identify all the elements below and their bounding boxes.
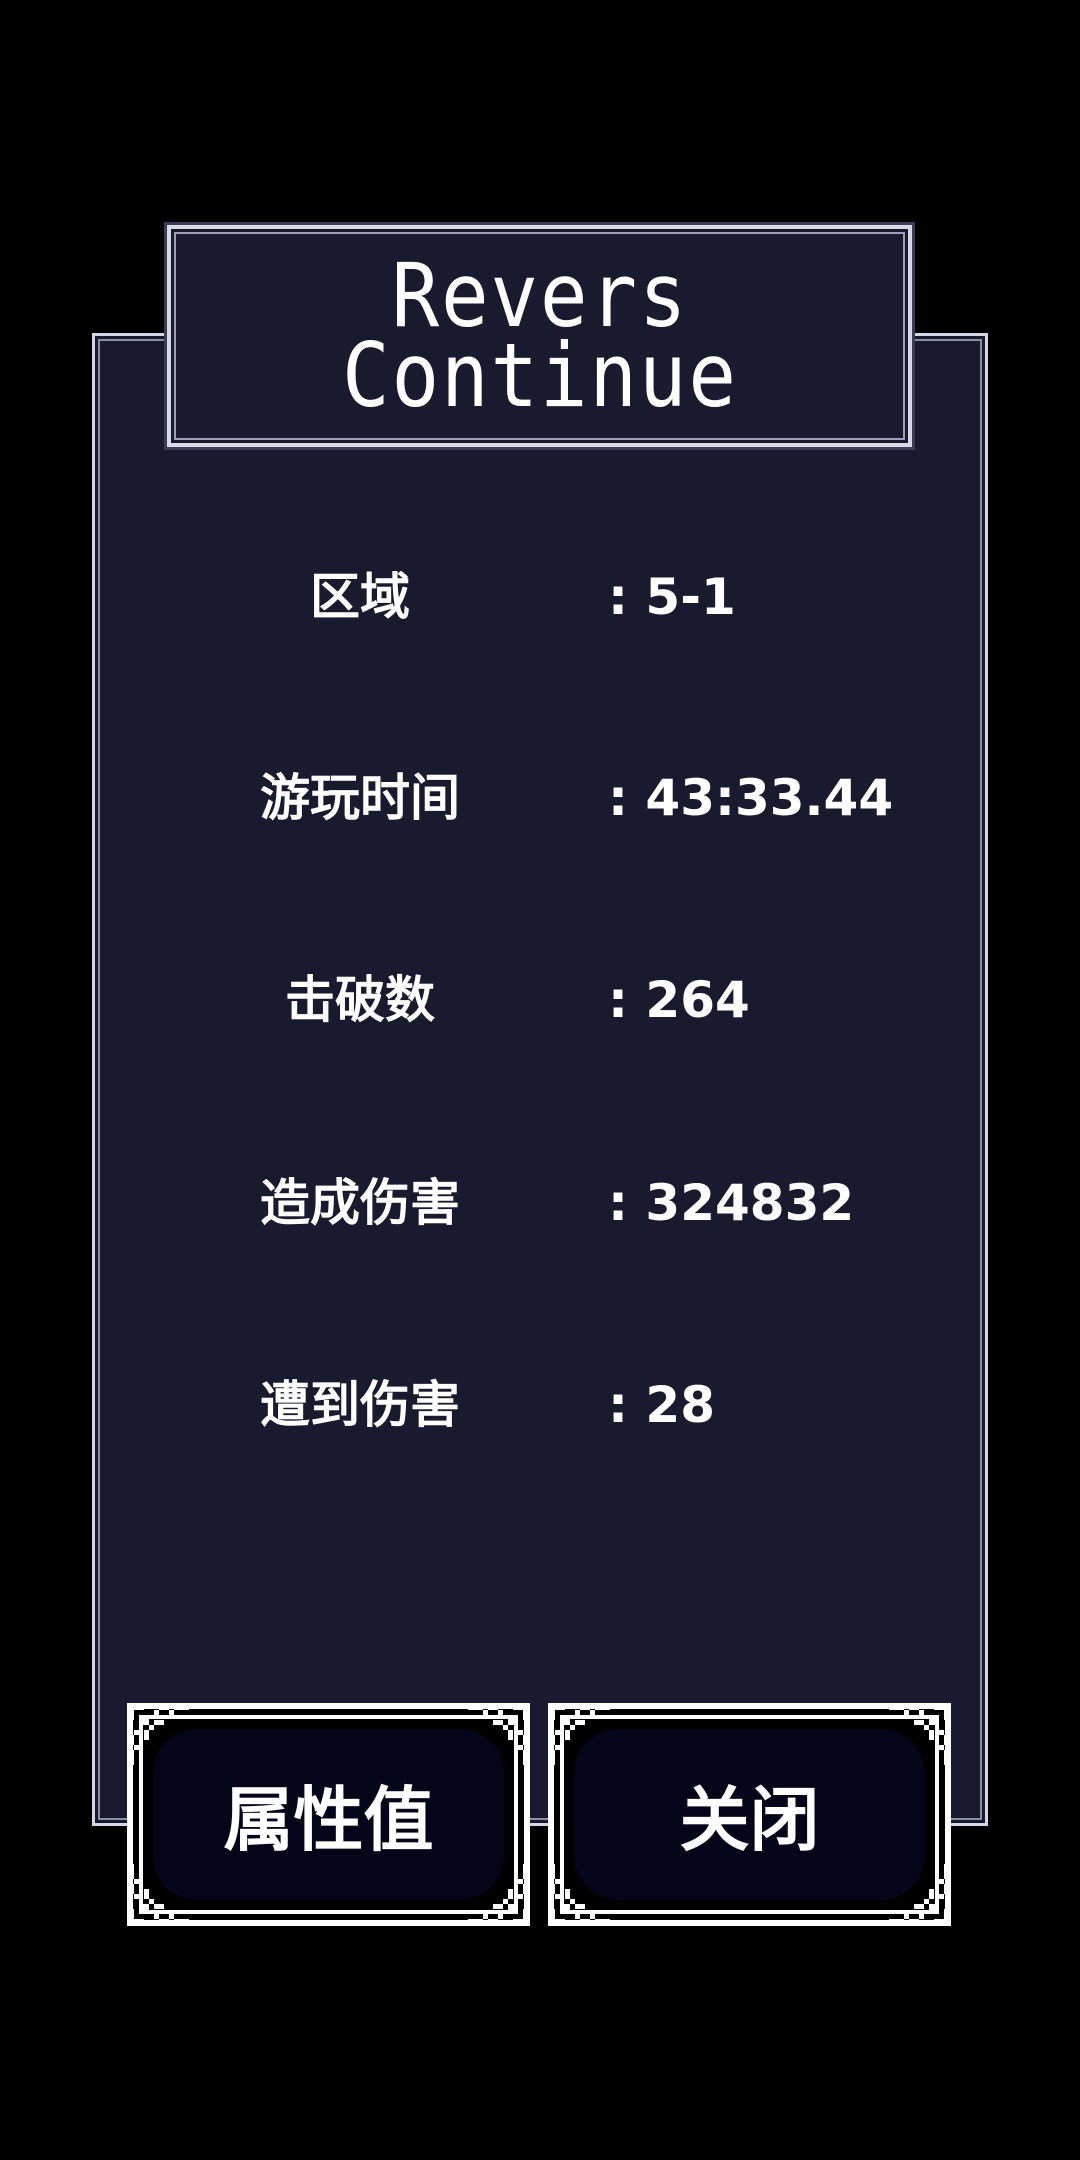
attributes-button-face[interactable]: 属性值 [153,1729,504,1900]
attributes-button-label: 属性值 [223,1779,434,1861]
stat-value: : 43:33.44 [608,769,894,827]
stat-value: : 324832 [608,1174,855,1232]
stat-row-play-time: 游玩时间 : 43:33.44 [0,758,1080,838]
stat-value: : 5-1 [608,568,736,626]
stat-label: 游玩时间 [260,769,460,827]
stat-label: 造成伤害 [260,1174,460,1232]
close-button-face[interactable]: 关闭 [574,1729,925,1900]
game-title-line2: Continue [341,324,738,427]
stat-value: : 28 [608,1376,715,1434]
close-button-label: 关闭 [679,1779,820,1861]
close-button[interactable]: 关闭 [548,1703,951,1926]
stat-label: 区域 [310,568,410,626]
stat-value: : 264 [608,971,750,1029]
title-banner: Revers Continue [167,225,912,447]
game-title: Revers Continue [341,252,738,427]
stat-label: 遭到伤害 [260,1376,460,1434]
stat-row-kills: 击破数 : 264 [0,960,1080,1040]
stat-row-area: 区域 : 5-1 [0,557,1080,637]
stat-row-damage-taken: 遭到伤害 : 28 [0,1365,1080,1445]
attributes-button[interactable]: 属性值 [127,1703,530,1926]
stat-label: 击破数 [285,971,435,1029]
stat-row-damage-dealt: 造成伤害 : 324832 [0,1163,1080,1243]
